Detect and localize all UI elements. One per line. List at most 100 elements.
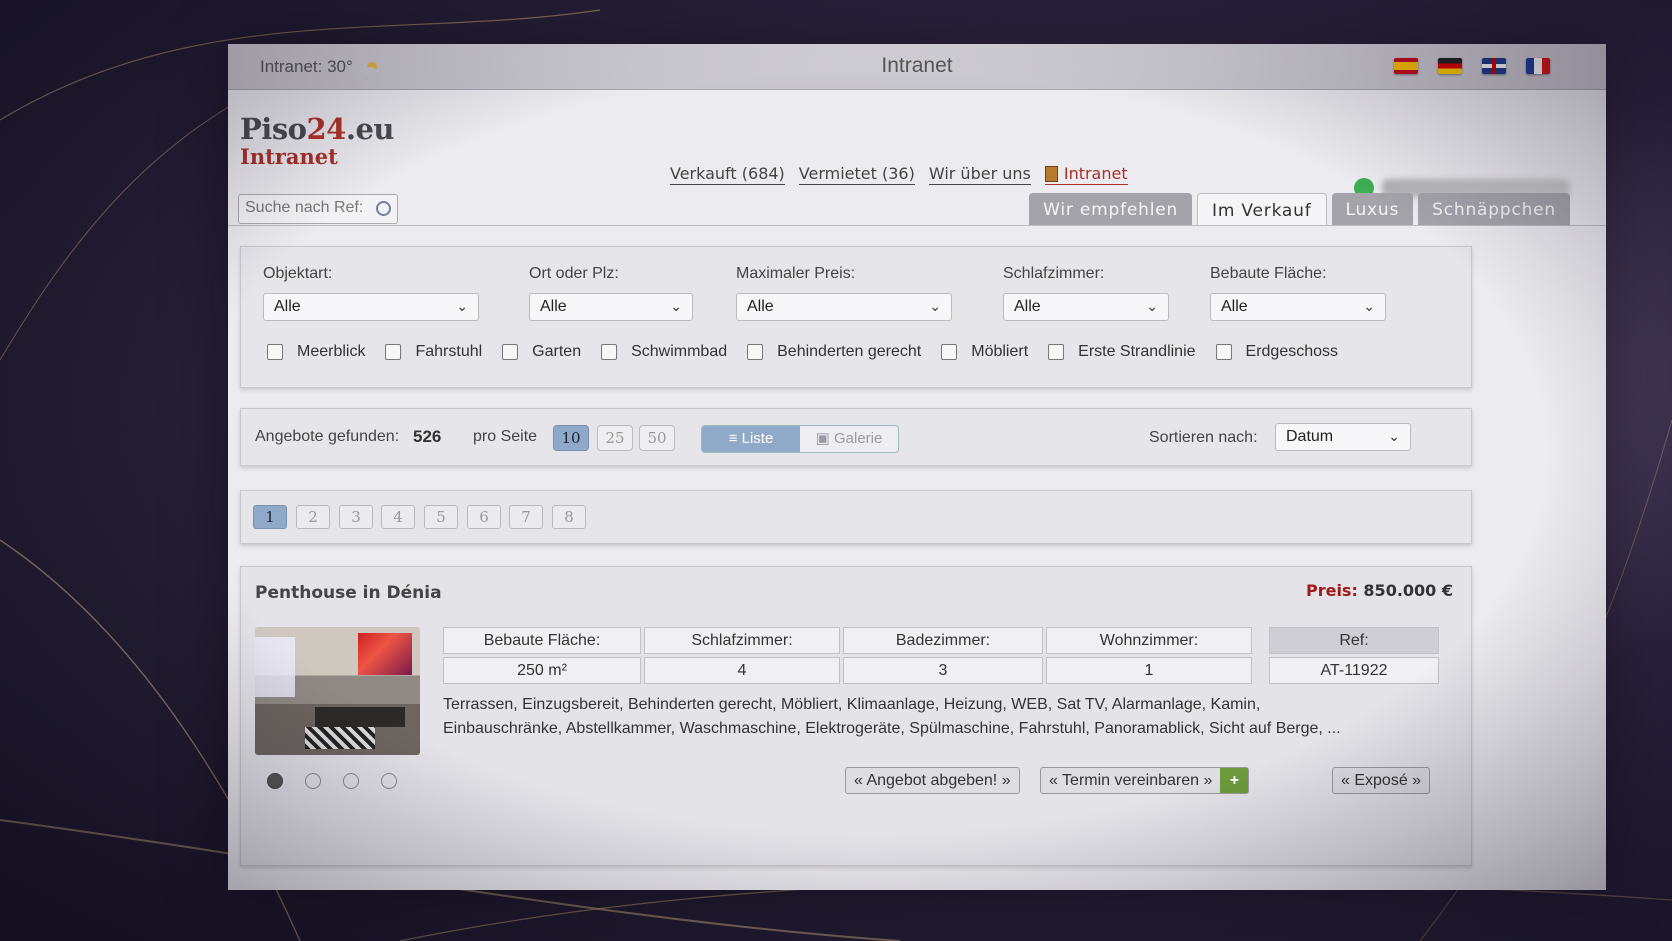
page-4[interactable]: 4 xyxy=(381,505,415,529)
checkbox[interactable] xyxy=(267,344,283,360)
checkbox[interactable] xyxy=(941,344,958,360)
expose-button[interactable]: « Exposé » xyxy=(1332,767,1431,794)
page-8[interactable]: 8 xyxy=(552,505,586,529)
per-page-10[interactable]: 10 xyxy=(553,425,589,451)
filter-label: Objektart: xyxy=(263,265,333,282)
checkbox[interactable] xyxy=(1215,344,1232,360)
spec-bedrooms: Schlafzimmer: 4 xyxy=(644,627,840,684)
checkbox[interactable] xyxy=(385,344,402,360)
search-icon[interactable] xyxy=(376,201,391,216)
checkbox[interactable] xyxy=(1048,344,1065,360)
filter-label: Schlafzimmer: xyxy=(1003,265,1105,282)
photo-carousel-dots xyxy=(267,773,397,789)
page-3[interactable]: 3 xyxy=(339,505,373,529)
logo-brand: Piso24.eu xyxy=(240,112,395,146)
checkbox-ground-floor[interactable]: Erdgeschoss xyxy=(1215,343,1338,361)
flag-gb-icon[interactable] xyxy=(1482,58,1506,74)
filter-label: Ort oder Plz: xyxy=(529,265,619,282)
tab-divider xyxy=(228,225,1606,226)
flag-fr-icon[interactable] xyxy=(1526,58,1550,74)
filter-label: Bebaute Fläche: xyxy=(1210,265,1327,282)
site-logo[interactable]: Piso24.eu Intranet xyxy=(240,112,395,169)
results-count: 526 xyxy=(413,427,442,446)
nav-rented[interactable]: Vermietet (36) xyxy=(798,164,915,185)
checkbox-accessible[interactable]: Behinderten gerecht xyxy=(747,343,921,361)
tab-recommended[interactable]: Wir empfehlen xyxy=(1029,193,1193,225)
sort-label: Sortieren nach: xyxy=(1149,429,1258,446)
door-icon xyxy=(1044,166,1058,182)
carousel-dot[interactable] xyxy=(343,773,359,789)
listing-specs: Bebaute Fläche: 250 m² Schlafzimmer: 4 B… xyxy=(443,627,1439,684)
results-bar: Angebote gefunden: 526 pro Seite 10 25 5… xyxy=(240,408,1472,466)
filter-max-price: Maximaler Preis: Alle ⌄ xyxy=(736,265,952,321)
filter-label: Maximaler Preis: xyxy=(736,265,856,282)
checkbox-sea-view[interactable]: Meerblick xyxy=(267,343,365,361)
plus-icon[interactable]: + xyxy=(1220,768,1249,793)
spec-built-area: Bebaute Fläche: 250 m² xyxy=(443,627,641,684)
per-page-label: pro Seite xyxy=(473,428,538,445)
checkbox-furnished[interactable]: Möbliert xyxy=(941,343,1028,361)
filter-property-type: Objektart: Alle ⌄ xyxy=(263,265,479,321)
chevron-down-icon: ⌄ xyxy=(1146,298,1158,314)
filter-built-area: Bebaute Fläche: Alle ⌄ xyxy=(1210,265,1386,321)
sort-select[interactable]: Datum ⌄ xyxy=(1275,423,1411,451)
built-area-select[interactable]: Alle ⌄ xyxy=(1210,293,1386,321)
chevron-down-icon: ⌄ xyxy=(456,298,468,314)
checkbox[interactable] xyxy=(502,344,519,360)
nav-sold[interactable]: Verkauft (684) xyxy=(670,164,785,185)
chevron-down-icon: ⌄ xyxy=(929,298,941,314)
listing-title[interactable]: Penthouse in Dénia xyxy=(255,583,442,603)
per-page-50[interactable]: 50 xyxy=(639,425,675,451)
feature-checkboxes: Meerblick Fahrstuhl Garten Schwimmbad Be… xyxy=(267,343,1358,361)
main-nav: Verkauft (684) Vermietet (36) Wir über u… xyxy=(670,164,1128,185)
nav-about[interactable]: Wir über uns xyxy=(928,164,1031,185)
filter-panel: Objektart: Alle ⌄ Ort oder Plz: Alle ⌄ Max… xyxy=(240,246,1472,388)
results-found-label: Angebote gefunden: xyxy=(255,428,400,445)
page-2[interactable]: 2 xyxy=(296,505,330,529)
listing-description: Terrassen, Einzugsbereit, Behinderten ge… xyxy=(443,696,1341,737)
spec-ref: Ref: AT-11922 xyxy=(1269,627,1439,684)
listing-price: Preis: 850.000 € xyxy=(1305,581,1453,600)
checkbox-garden[interactable]: Garten xyxy=(502,343,581,361)
pagination: 1 2 3 4 5 6 7 8 xyxy=(240,490,1472,544)
spec-living-rooms: Wohnzimmer: 1 xyxy=(1046,627,1252,684)
checkbox-beachfront[interactable]: Erste Strandlinie xyxy=(1048,343,1196,361)
page-7[interactable]: 7 xyxy=(509,505,543,529)
logo-subtitle: Intranet xyxy=(240,144,338,169)
filter-location: Ort oder Plz: Alle ⌄ xyxy=(529,265,693,321)
page-6[interactable]: 6 xyxy=(467,505,501,529)
page-1[interactable]: 1 xyxy=(253,505,287,529)
checkbox[interactable] xyxy=(601,344,618,360)
property-type-select[interactable]: Alle ⌄ xyxy=(263,293,479,321)
book-appointment-button[interactable]: « Termin vereinbaren » + xyxy=(1040,767,1250,794)
filter-bedrooms: Schlafzimmer: Alle ⌄ xyxy=(1003,265,1169,321)
flag-de-icon[interactable] xyxy=(1438,58,1462,74)
carousel-dot[interactable] xyxy=(381,773,397,789)
location-select[interactable]: Alle ⌄ xyxy=(529,293,693,321)
max-price-select[interactable]: Alle ⌄ xyxy=(736,293,952,321)
carousel-dot[interactable] xyxy=(267,773,283,789)
view-gallery-button[interactable]: ▣ Galerie xyxy=(800,426,898,452)
carousel-dot[interactable] xyxy=(305,773,321,789)
search-placeholder: Suche nach Ref: xyxy=(245,199,364,216)
ref-search-input[interactable]: Suche nach Ref: xyxy=(238,194,398,224)
tab-bargains[interactable]: Schnäppchen xyxy=(1418,193,1570,225)
tab-for-sale[interactable]: Im Verkauf xyxy=(1197,193,1327,225)
checkbox-pool[interactable]: Schwimmbad xyxy=(601,343,727,361)
listing-photo[interactable] xyxy=(255,627,420,755)
listing-card: Penthouse in Dénia Preis: 850.000 € Beba… xyxy=(240,566,1472,866)
chevron-down-icon: ⌄ xyxy=(1363,298,1375,314)
view-list-button[interactable]: ≡ Liste xyxy=(702,426,800,452)
nav-intranet[interactable]: Intranet xyxy=(1044,164,1128,185)
per-page-25[interactable]: 25 xyxy=(597,425,633,451)
checkbox[interactable] xyxy=(747,344,764,360)
bedrooms-select[interactable]: Alle ⌄ xyxy=(1003,293,1169,321)
chevron-down-icon: ⌄ xyxy=(1388,428,1400,444)
checkbox-elevator[interactable]: Fahrstuhl xyxy=(385,343,482,361)
make-offer-button[interactable]: « Angebot abgeben! » xyxy=(845,767,1020,794)
listing-tabs: Wir empfehlen Im Verkauf Luxus Schnäppch… xyxy=(1029,193,1570,225)
tab-luxury[interactable]: Luxus xyxy=(1331,193,1414,225)
page-5[interactable]: 5 xyxy=(424,505,458,529)
language-flags xyxy=(1394,58,1550,74)
flag-es-icon[interactable] xyxy=(1394,58,1418,74)
